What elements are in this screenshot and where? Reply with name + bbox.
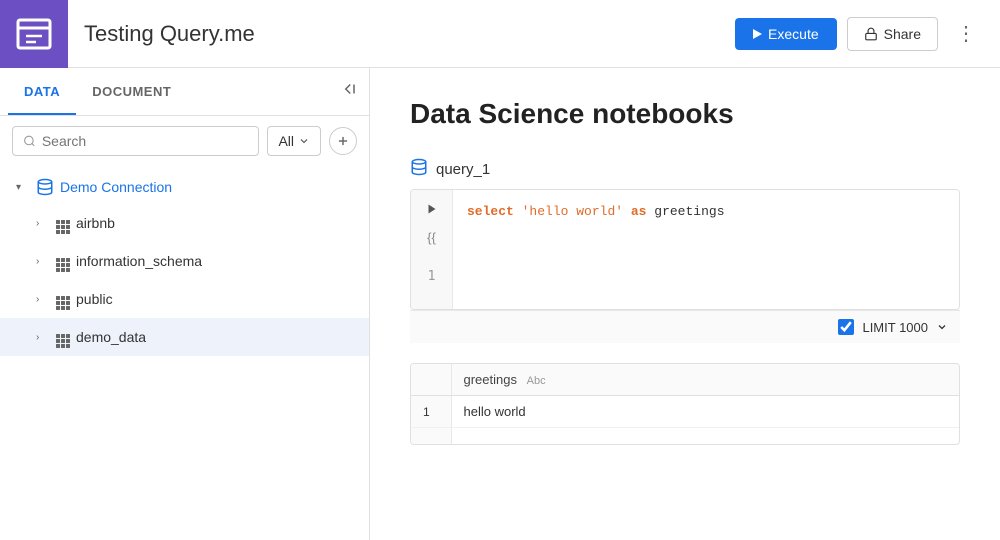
airbnb-label: airbnb xyxy=(76,215,115,231)
column-name: greetings xyxy=(464,372,517,387)
row-number-header xyxy=(411,364,451,396)
search-input[interactable] xyxy=(42,133,249,149)
table-row-empty xyxy=(411,428,959,445)
limit-label: LIMIT 1000 xyxy=(862,320,928,335)
query-header: query_1 xyxy=(410,158,960,181)
connection-db-icon xyxy=(36,178,54,196)
schema-airbnb[interactable]: › airbnb xyxy=(0,204,369,242)
sidebar: DATA DOCUMENT All xyxy=(0,68,370,540)
empty-data-cell xyxy=(451,428,866,445)
app-title: Testing Query.me xyxy=(84,21,735,47)
row-number-empty xyxy=(411,428,451,445)
add-button[interactable] xyxy=(329,127,357,155)
public-table-icon xyxy=(56,288,70,310)
query-editor: {{ 1 select 'hello world' as greetings xyxy=(410,189,960,310)
app-header: Testing Query.me Execute Share ⋮ xyxy=(0,0,1000,68)
connection-chevron: ▾ xyxy=(16,182,30,193)
schema-public[interactable]: › public xyxy=(0,280,369,318)
tab-data[interactable]: DATA xyxy=(8,70,76,115)
query-gutter: {{ 1 xyxy=(411,190,453,309)
code-string: 'hello world' xyxy=(522,204,623,219)
run-query-button[interactable] xyxy=(424,200,440,220)
tab-document[interactable]: DOCUMENT xyxy=(76,70,187,115)
execute-label: Execute xyxy=(768,26,819,42)
query-footer: LIMIT 1000 xyxy=(410,310,960,343)
information-schema-label: information_schema xyxy=(76,253,202,269)
query-block: query_1 {{ 1 select xyxy=(410,158,960,343)
execute-button[interactable]: Execute xyxy=(735,18,837,50)
line-numbers: 1 xyxy=(428,255,436,299)
public-label: public xyxy=(76,291,113,307)
schema-information-schema[interactable]: › information_schema xyxy=(0,242,369,280)
search-icon xyxy=(23,134,36,148)
collapse-sidebar-button[interactable] xyxy=(335,76,361,107)
information-schema-table-icon xyxy=(56,250,70,272)
main-content: DATA DOCUMENT All xyxy=(0,68,1000,540)
app-logo xyxy=(0,0,68,68)
information-schema-chevron: › xyxy=(36,256,50,267)
query-code-area[interactable]: select 'hello world' as greetings xyxy=(453,190,959,309)
limit-checkbox[interactable] xyxy=(838,319,854,335)
greetings-cell: hello world xyxy=(451,396,866,428)
connection-item[interactable]: ▾ Demo Connection xyxy=(0,170,369,204)
play-icon xyxy=(753,29,762,39)
airbnb-table-icon xyxy=(56,212,70,234)
template-button[interactable]: {{ xyxy=(425,228,438,247)
greetings-column-header: greetings Abc xyxy=(451,364,866,396)
page-title: Data Science notebooks xyxy=(410,98,960,130)
logo-icon xyxy=(16,16,52,52)
content-area: Data Science notebooks query_1 xyxy=(370,68,1000,540)
table-row: 1 hello world xyxy=(411,396,959,428)
code-select-keyword: select xyxy=(467,204,514,219)
header-actions: Execute Share ⋮ xyxy=(735,17,984,51)
code-field: greetings xyxy=(654,204,724,219)
database-tree: ▾ Demo Connection › airbnb xyxy=(0,166,369,360)
search-filter-dropdown[interactable]: All xyxy=(267,126,321,156)
share-label: Share xyxy=(884,26,921,42)
demo-data-chevron: › xyxy=(36,332,50,343)
connection-label: Demo Connection xyxy=(60,179,172,195)
query-name: query_1 xyxy=(436,161,490,178)
plus-icon xyxy=(336,134,350,148)
empty-data-cell-2 xyxy=(866,428,959,445)
query-db-icon xyxy=(410,158,428,181)
public-chevron: › xyxy=(36,294,50,305)
collapse-icon xyxy=(339,80,357,98)
airbnb-chevron: › xyxy=(36,218,50,229)
search-area: All xyxy=(0,116,369,166)
code-as-keyword: as xyxy=(631,204,647,219)
limit-chevron-icon[interactable] xyxy=(936,321,948,333)
chevron-down-icon xyxy=(298,135,310,147)
results-table: greetings Abc 1 hello world xyxy=(410,363,960,445)
search-box[interactable] xyxy=(12,126,259,156)
schema-demo-data[interactable]: › demo_data xyxy=(0,318,369,356)
line-number-1: 1 xyxy=(428,265,436,289)
demo-data-label: demo_data xyxy=(76,329,146,345)
demo-data-table-icon xyxy=(56,326,70,348)
empty-column-header xyxy=(866,364,959,396)
share-button[interactable]: Share xyxy=(847,17,938,51)
sidebar-tabs: DATA DOCUMENT xyxy=(0,68,369,116)
lock-icon xyxy=(864,27,878,41)
empty-cell xyxy=(866,396,959,428)
run-icon xyxy=(426,203,438,215)
more-button[interactable]: ⋮ xyxy=(948,17,984,50)
row-number-cell: 1 xyxy=(411,396,451,428)
column-type: Abc xyxy=(527,375,546,387)
search-filter-label: All xyxy=(278,133,294,149)
